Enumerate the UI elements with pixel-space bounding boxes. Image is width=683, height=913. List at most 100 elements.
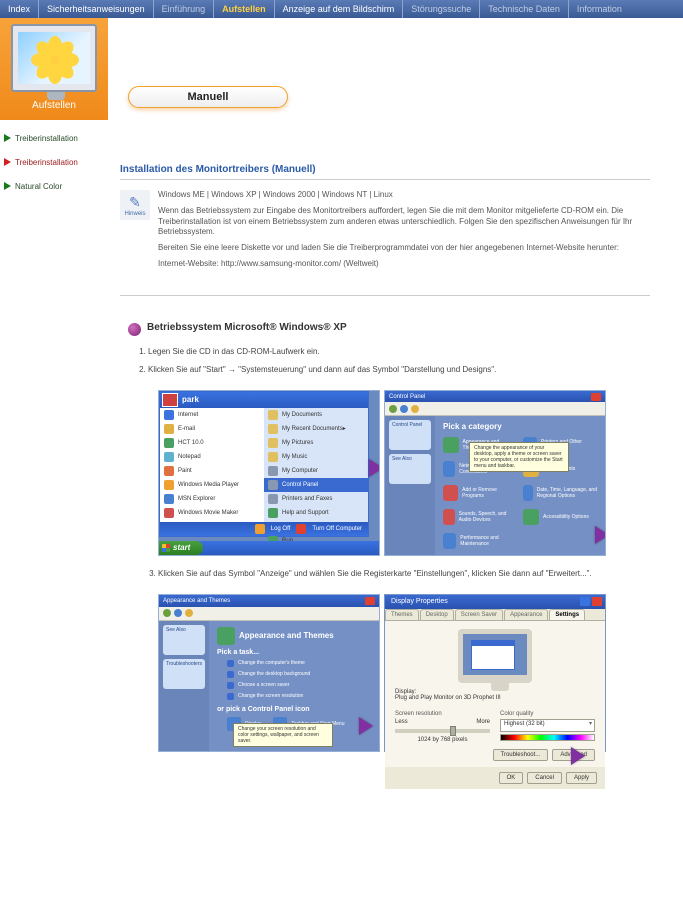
clock-icon — [523, 485, 533, 501]
ie-icon — [164, 410, 174, 420]
sm-label: HCT 10.0 — [178, 440, 204, 446]
color-bar — [500, 734, 595, 741]
back-icon[interactable] — [163, 609, 171, 617]
forward-icon[interactable] — [174, 609, 182, 617]
sm-label: My Computer — [282, 468, 318, 474]
logoff-label[interactable]: Log Off — [271, 526, 291, 532]
sm-movie[interactable]: Windows Movie Maker — [160, 506, 264, 520]
cp-addremove[interactable]: Add or Remove Programs — [443, 485, 517, 501]
at-label: Choose a screen saver — [238, 682, 289, 688]
addremove-icon — [443, 485, 458, 501]
sm-internet[interactable]: Internet — [160, 408, 264, 422]
back-icon[interactable] — [389, 405, 397, 413]
sm-label: Help and Support — [282, 510, 329, 516]
note-line: Bereiten Sie eine leere Diskette vor und… — [158, 243, 648, 254]
sm-printers[interactable]: Printers and Faxes — [264, 492, 368, 506]
cp-label: Date, Time, Language, and Regional Optio… — [537, 487, 597, 499]
apply-button[interactable]: Apply — [566, 772, 597, 784]
nav-setup[interactable]: Aufstellen — [213, 0, 274, 18]
sm-notepad[interactable]: Notepad — [160, 450, 264, 464]
os-block: Betriebssystem Microsoft® Windows® XP Le… — [128, 322, 668, 752]
at-main: Appearance and Themes Pick a task... Cha… — [209, 621, 379, 751]
nav-specs[interactable]: Technische Daten — [479, 0, 568, 18]
start-menu: park Internet E-mail HCT 10.0 Notepad Pa… — [159, 391, 369, 537]
sidebar-item-driver-auto[interactable]: Treiberinstallation — [0, 126, 110, 150]
sidebar-item-natural-color[interactable]: Natural Color — [0, 174, 110, 198]
window-title: Control Panel — [389, 394, 425, 400]
window-toolbar — [159, 607, 379, 621]
manual-pill[interactable]: Manuell — [128, 86, 288, 108]
window-titlebar: Appearance and Themes — [159, 595, 379, 607]
sm-paint[interactable]: Paint — [160, 464, 264, 478]
sm-hct[interactable]: HCT 10.0 — [160, 436, 264, 450]
caption-text: Klicken Sie auf das Symbol "Anzeige" und… — [158, 568, 658, 580]
cp-datetime[interactable]: Date, Time, Language, and Regional Optio… — [523, 485, 597, 501]
resolution-group: Screen resolution LessMore 1024 by 768 p… — [395, 711, 490, 743]
sm-label: Printers and Faxes — [282, 496, 332, 502]
start-button[interactable]: start — [159, 541, 203, 555]
nav-intro[interactable]: Einführung — [153, 0, 214, 18]
os-title: Betriebssystem Microsoft® Windows® XP — [147, 322, 347, 333]
tab-settings[interactable]: Settings — [549, 609, 585, 620]
close-icon[interactable] — [591, 393, 601, 401]
nav-trouble[interactable]: Störungssuche — [402, 0, 479, 18]
sm-label: Notepad — [178, 454, 201, 460]
resolution-slider[interactable] — [395, 729, 490, 733]
tab-screensaver[interactable]: Screen Saver — [455, 609, 503, 620]
dialog-tabs: Themes Desktop Screen Saver Appearance S… — [385, 609, 605, 621]
res-more: More — [476, 719, 490, 725]
tab-appearance[interactable]: Appearance — [504, 609, 548, 620]
triangle-icon — [4, 182, 11, 190]
at-task-item[interactable]: Change the desktop background — [227, 671, 371, 678]
help-icon[interactable] — [580, 597, 590, 606]
sm-email[interactable]: E-mail — [160, 422, 264, 436]
folder-icon — [268, 452, 278, 462]
color-combo[interactable]: Highest (32 bit) — [500, 719, 595, 732]
sm-controlpanel[interactable]: Control Panel — [264, 478, 368, 492]
divider — [120, 179, 650, 180]
troubleshoot-button[interactable]: Troubleshoot... — [493, 749, 549, 761]
sm-label: Control Panel — [282, 482, 318, 488]
sm-mydocs[interactable]: My Documents — [264, 408, 368, 422]
up-icon[interactable] — [411, 405, 419, 413]
forward-icon[interactable] — [400, 405, 408, 413]
bullet-icon — [128, 323, 141, 336]
sm-wmp[interactable]: Windows Media Player — [160, 478, 264, 492]
nav-index[interactable]: Index — [0, 0, 38, 18]
note-icon: ✎ Hinweis — [120, 190, 150, 220]
dialog-title: Display Properties — [391, 598, 448, 605]
tab-desktop[interactable]: Desktop — [420, 609, 454, 620]
slider-knob[interactable] — [450, 726, 456, 736]
appearance-icon — [217, 627, 235, 645]
sm-mypics[interactable]: My Pictures — [264, 436, 368, 450]
sm-mycomp[interactable]: My Computer — [264, 464, 368, 478]
step-list: Legen Sie die CD in das CD-ROM-Laufwerk … — [148, 346, 668, 376]
window-titlebar: Control Panel — [385, 391, 605, 403]
screenshot-row: Appearance and Themes See Also Troublesh… — [158, 594, 668, 752]
tab-themes[interactable]: Themes — [385, 609, 419, 620]
sm-mymusic[interactable]: My Music — [264, 450, 368, 464]
sm-recent[interactable]: My Recent Documents ▸ — [264, 422, 368, 436]
at-task-item[interactable]: Change the computer's theme — [227, 660, 371, 667]
res-label: Screen resolution — [395, 711, 490, 717]
at-task-item[interactable]: Choose a screen saver — [227, 682, 371, 689]
sidebar-item-driver-manual[interactable]: Treiberinstallation — [0, 150, 110, 174]
nav-info[interactable]: Information — [568, 0, 630, 18]
turnoff-label[interactable]: Turn Off Computer — [312, 526, 362, 532]
start-menu-left: Internet E-mail HCT 10.0 Notepad Paint W… — [160, 408, 264, 522]
sm-help[interactable]: Help and Support — [264, 506, 368, 520]
sm-msn[interactable]: MSN Explorer — [160, 492, 264, 506]
nav-safety[interactable]: Sicherheitsanweisungen — [38, 0, 153, 18]
step-item: Klicken Sie auf "Start" → "Systemsteueru… — [148, 364, 668, 376]
cancel-button[interactable]: Cancel — [527, 772, 562, 784]
at-task-item[interactable]: Change the screen resolution — [227, 693, 371, 700]
tooltip: Change the appearance of your desktop, a… — [469, 442, 569, 472]
cp-sounds[interactable]: Sounds, Speech, and Audio Devices — [443, 509, 517, 525]
close-icon[interactable] — [592, 597, 602, 606]
up-icon[interactable] — [185, 609, 193, 617]
cp-access[interactable]: Accessibility Options — [523, 509, 597, 525]
ok-button[interactable]: OK — [499, 772, 524, 784]
nav-osd[interactable]: Anzeige auf dem Bildschirm — [274, 0, 403, 18]
close-icon[interactable] — [365, 597, 375, 605]
cp-perf[interactable]: Performance and Maintenance — [443, 533, 517, 549]
